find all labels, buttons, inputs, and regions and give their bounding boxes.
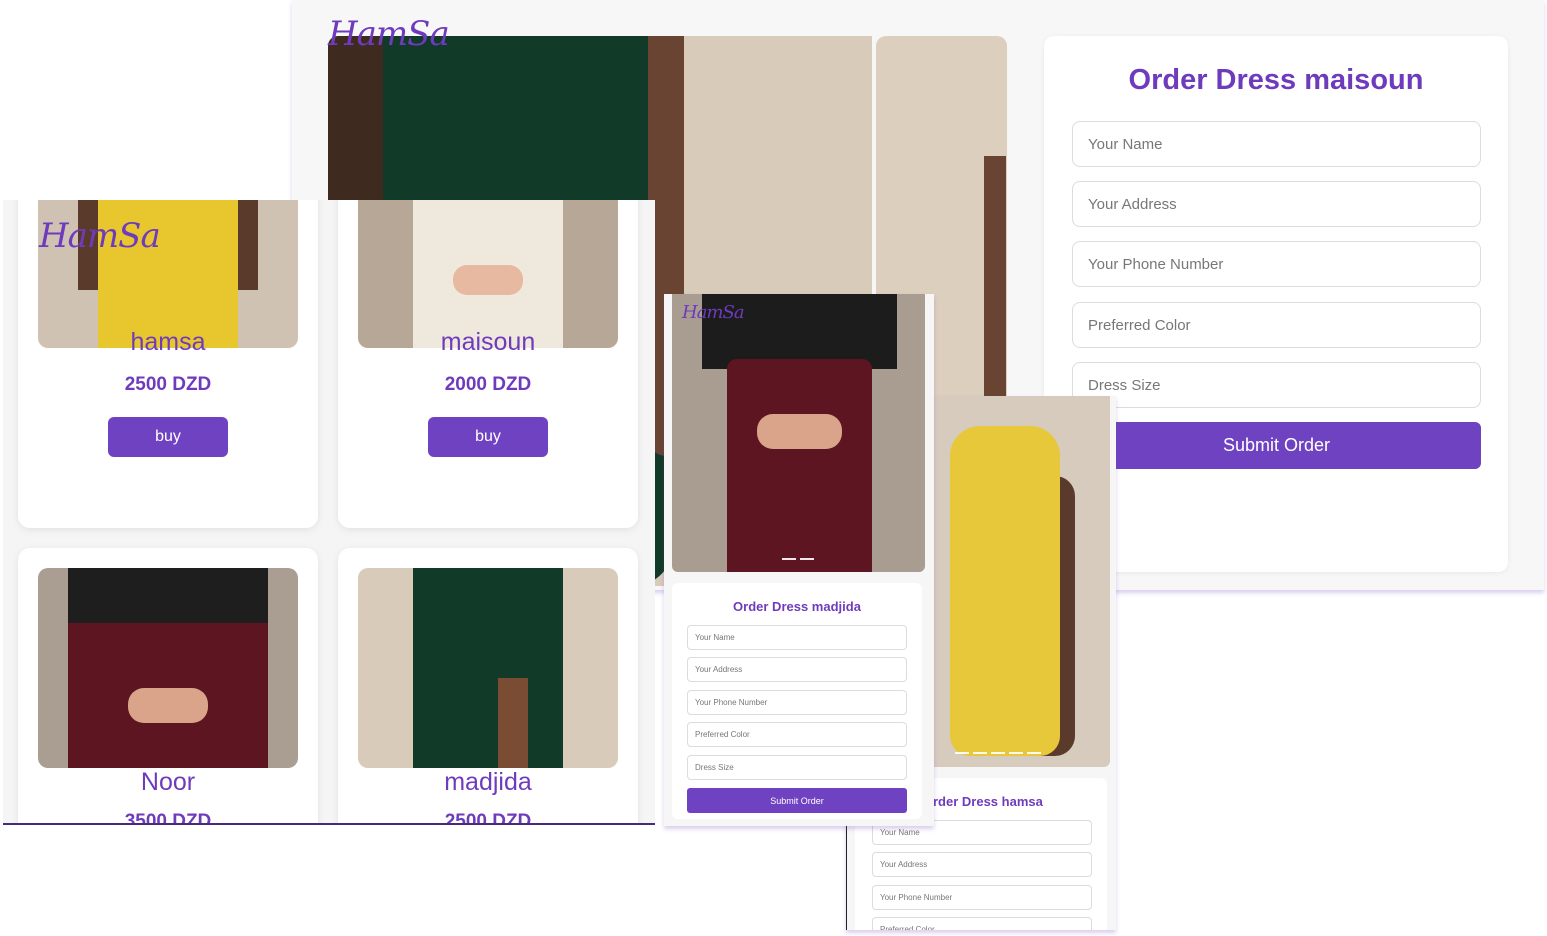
carousel-indicators[interactable] (782, 558, 814, 560)
carousel-indicators[interactable] (955, 752, 1041, 754)
size-field[interactable]: Dress Size (687, 755, 907, 780)
address-field[interactable]: Your Address (1072, 181, 1481, 227)
catalog-page: hamsa 2500 DZD buy maisoun 2000 DZD buy … (3, 200, 655, 825)
product-price: 2000 DZD (444, 374, 532, 395)
color-field[interactable]: Preferred Color (1072, 302, 1481, 348)
order-form-card: Order Dress madjida Your Name Your Addre… (672, 583, 922, 819)
product-card: madjida 2500 DZD (338, 548, 638, 825)
buy-button[interactable]: buy (428, 417, 548, 457)
product-price: 3500 DZD (124, 811, 212, 825)
product-image[interactable] (358, 200, 618, 348)
order-form-title: Order Dress maisoun (1128, 64, 1424, 96)
order-form-title: Order Dress madjida (733, 599, 861, 614)
submit-order-button[interactable]: Submit Order (1072, 422, 1481, 469)
product-price: 2500 DZD (444, 811, 532, 825)
product-image[interactable] (38, 568, 298, 768)
mobile-order-page-madjida: HamSa Order Dress madjida Your Name Your… (664, 294, 934, 826)
product-image[interactable] (672, 294, 925, 572)
color-field[interactable]: Preferred Color (872, 917, 1092, 930)
product-name: madjida (444, 768, 532, 796)
size-field[interactable]: Dress Size (1072, 362, 1481, 408)
color-field[interactable]: Preferred Color (687, 722, 907, 747)
product-price: 2500 DZD (124, 374, 212, 395)
phone-field[interactable]: Your Phone Number (1072, 241, 1481, 287)
phone-field[interactable]: Your Phone Number (872, 885, 1092, 910)
name-field[interactable]: Your Name (1072, 121, 1481, 167)
brand-logo[interactable]: HamSa (39, 216, 161, 256)
submit-order-button[interactable]: Submit Order (687, 788, 907, 813)
brand-logo[interactable]: HamSa (328, 14, 450, 54)
product-card: Noor 3500 DZD (18, 548, 318, 825)
product-name: Noor (140, 768, 196, 796)
product-card: maisoun 2000 DZD buy (338, 200, 638, 528)
product-name: hamsa (130, 328, 206, 356)
buy-button[interactable]: buy (108, 417, 228, 457)
product-image[interactable] (358, 568, 618, 768)
address-field[interactable]: Your Address (687, 657, 907, 682)
phone-field[interactable]: Your Phone Number (687, 690, 907, 715)
address-field[interactable]: Your Address (872, 852, 1092, 877)
product-name: maisoun (440, 328, 536, 356)
name-field[interactable]: Your Name (687, 625, 907, 650)
order-form-title: rder Dress hamsa (933, 794, 1043, 809)
brand-logo[interactable]: HamSa (682, 302, 745, 323)
